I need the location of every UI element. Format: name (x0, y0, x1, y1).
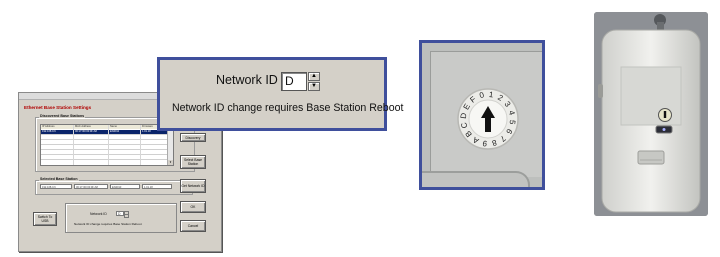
col-header-name[interactable]: Name (109, 125, 142, 129)
cell-name: EN4013 (110, 130, 120, 133)
col-header-ip[interactable]: IP Address (41, 125, 75, 129)
network-id-group (65, 203, 177, 233)
network-id-label: Network ID (90, 212, 107, 216)
zoom-network-id-input[interactable]: D (281, 72, 307, 91)
select-base-station-button[interactable]: Select Base Station (180, 155, 206, 169)
cell-firmware: 1.01.18 (142, 130, 151, 133)
spin-up-icon[interactable]: ▲ (308, 72, 320, 81)
column-divider (108, 125, 109, 165)
selected-ip-field: 192.168.0.6 (40, 184, 72, 189)
zoom-reboot-note: Network ID change requires Base Station … (172, 102, 404, 114)
ok-button[interactable]: OK (180, 201, 206, 213)
discovered-group-label: Discovered Base Stations (39, 114, 86, 118)
selected-group-label: Selected Base Station (39, 177, 79, 181)
network-id-spinner[interactable] (124, 211, 129, 218)
table-row[interactable] (41, 155, 167, 160)
network-id-input[interactable]: D (116, 211, 124, 216)
col-header-mac[interactable]: MAC Address (74, 125, 110, 129)
cell-mac: 00:17:0D:00:0F:A8 (75, 130, 97, 133)
side-button (598, 84, 603, 98)
cancel-button[interactable]: Cancel (180, 220, 206, 232)
rotary-switch-photo: ABCDEF0123456789 (419, 40, 545, 190)
switch-to-usb-button[interactable]: Switch To USB (33, 212, 57, 226)
cell-ip: 192.168.0.6 (42, 130, 56, 133)
discovery-button[interactable]: Discovery (180, 133, 206, 142)
network-id-zoom-panel: Network ID D ▲ ▼ Network ID change requi… (157, 57, 403, 131)
base-station-device-photo (594, 12, 708, 216)
column-divider (140, 125, 141, 165)
selected-mac-field: 00:17:0D:00:0F:A8 (74, 184, 108, 189)
zoom-network-id-label: Network ID (216, 73, 278, 87)
battery-latch (637, 150, 665, 165)
spin-down-icon[interactable]: ▼ (308, 82, 320, 91)
column-divider (73, 125, 74, 165)
base-station-table[interactable]: IP Address MAC Address Name Firmware 192… (40, 124, 174, 166)
scroll-down-icon[interactable]: ▾ (168, 160, 173, 165)
dialog-title: Ethernet Base Station Settings (24, 105, 92, 110)
zoom-network-id-spinner[interactable]: ▲ ▼ (308, 72, 320, 91)
selected-name-field: EN4013 (110, 184, 140, 189)
selected-firmware-field: 1.01.18 (142, 184, 172, 189)
spin-down-icon[interactable] (124, 214, 129, 218)
status-led (662, 128, 666, 131)
rotary-dial: ABCDEF 0 1 23456789 (457, 88, 519, 150)
label-recess (620, 66, 682, 126)
table-scrollbar[interactable]: ▴ ▾ (167, 125, 173, 165)
rotary-switch-pointer (663, 111, 667, 118)
reboot-note: Network ID change requires Base Station … (74, 222, 142, 226)
get-network-id-button[interactable]: Get Network ID (180, 179, 206, 193)
